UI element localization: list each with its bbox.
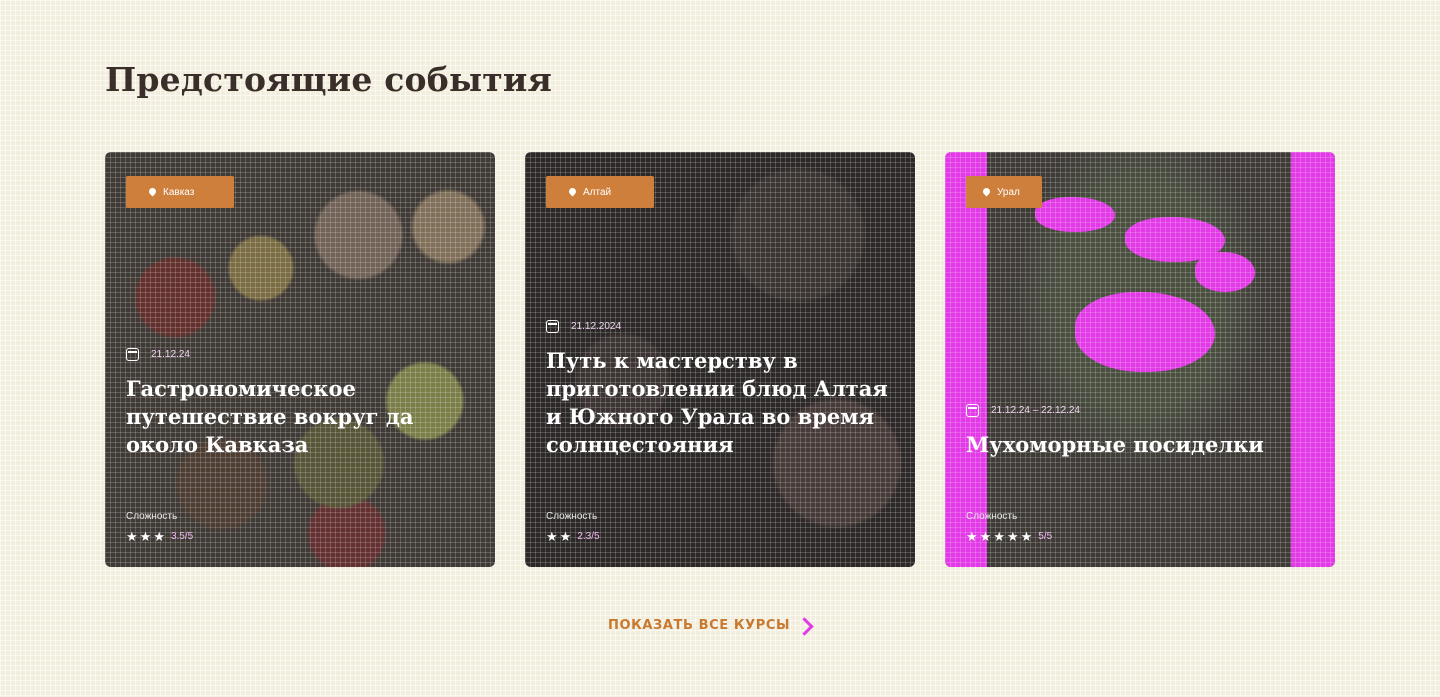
difficulty-label: Сложность xyxy=(546,511,598,522)
star-icon: ★ xyxy=(153,529,165,544)
event-date-row: 21.12.24 – 22.12.24 xyxy=(966,404,1315,417)
location-label: Урал xyxy=(997,186,1020,198)
event-date-row: 21.12.24 xyxy=(126,348,475,361)
section-title: Предстоящие события xyxy=(105,60,553,99)
show-all-courses-link[interactable]: ПОКАЗАТЬ ВСЕ КУРСЫ xyxy=(608,616,814,636)
star-icon: ★ xyxy=(993,529,1005,544)
difficulty-stars: ★ ★ 2.3/5 xyxy=(546,530,600,543)
show-all-label: ПОКАЗАТЬ ВСЕ КУРСЫ xyxy=(608,618,791,633)
chevron-right-icon xyxy=(795,616,814,636)
pin-icon xyxy=(148,188,157,197)
event-card-altai[interactable]: Алтай 21.12.2024 Путь к мастерству в при… xyxy=(525,152,915,567)
star-icon: ★ xyxy=(1020,529,1033,544)
star-icon: ★ xyxy=(979,529,992,544)
difficulty-value: 2.3/5 xyxy=(577,531,600,542)
location-badge: Урал xyxy=(966,176,1042,208)
star-icon: ★ xyxy=(139,529,152,544)
difficulty-value: 3.5/5 xyxy=(170,531,194,542)
location-badge: Алтай xyxy=(546,176,654,208)
location-badge: Кавказ xyxy=(126,176,234,208)
event-date: 21.12.2024 xyxy=(571,321,622,332)
location-label: Кавказ xyxy=(163,186,195,198)
event-card-body: 21.12.24 Гастрономическое путешествие во… xyxy=(126,348,475,459)
event-card-caucasus[interactable]: Кавказ 21.12.24 Гастрономическое путешес… xyxy=(105,152,495,567)
calendar-icon xyxy=(966,404,979,417)
difficulty-value: 5/5 xyxy=(1038,531,1053,542)
event-title[interactable]: Путь к мастерству в приготовлении блюд А… xyxy=(546,347,895,459)
star-icon: ★ xyxy=(966,529,978,544)
star-icon: ★ xyxy=(1006,529,1019,544)
difficulty-label: Сложность xyxy=(966,511,1018,522)
event-card-body: 21.12.2024 Путь к мастерству в приготовл… xyxy=(546,320,895,459)
difficulty-label: Сложность xyxy=(126,511,178,522)
calendar-icon xyxy=(546,320,559,333)
pin-icon xyxy=(982,188,991,197)
difficulty-stars: ★ ★ ★ 3.5/5 xyxy=(126,530,193,543)
calendar-icon xyxy=(126,348,139,361)
event-difficulty: Сложность ★ ★ ★ ★ ★ 5/5 xyxy=(966,511,1052,543)
event-difficulty: Сложность ★ ★ 2.3/5 xyxy=(546,511,600,543)
event-card-ural[interactable]: Урал 21.12.24 – 22.12.24 Мухоморные поси… xyxy=(945,152,1335,567)
location-label: Алтай xyxy=(583,186,612,198)
event-date-row: 21.12.2024 xyxy=(546,320,895,333)
star-icon: ★ xyxy=(126,529,138,544)
difficulty-stars: ★ ★ ★ ★ ★ 5/5 xyxy=(966,530,1052,543)
event-date: 21.12.24 xyxy=(151,349,190,360)
pin-icon xyxy=(568,188,577,197)
events-list: Кавказ 21.12.24 Гастрономическое путешес… xyxy=(105,152,1335,567)
star-icon: ★ xyxy=(559,529,572,544)
star-icon: ★ xyxy=(546,529,558,544)
event-image xyxy=(945,152,1335,567)
event-title[interactable]: Мухоморные посиделки xyxy=(966,431,1315,459)
event-card-body: 21.12.24 – 22.12.24 Мухоморные посиделки xyxy=(966,404,1315,459)
event-date: 21.12.24 – 22.12.24 xyxy=(991,405,1080,416)
event-title[interactable]: Гастрономическое путешествие вокруг да о… xyxy=(126,375,475,459)
event-difficulty: Сложность ★ ★ ★ 3.5/5 xyxy=(126,511,193,543)
